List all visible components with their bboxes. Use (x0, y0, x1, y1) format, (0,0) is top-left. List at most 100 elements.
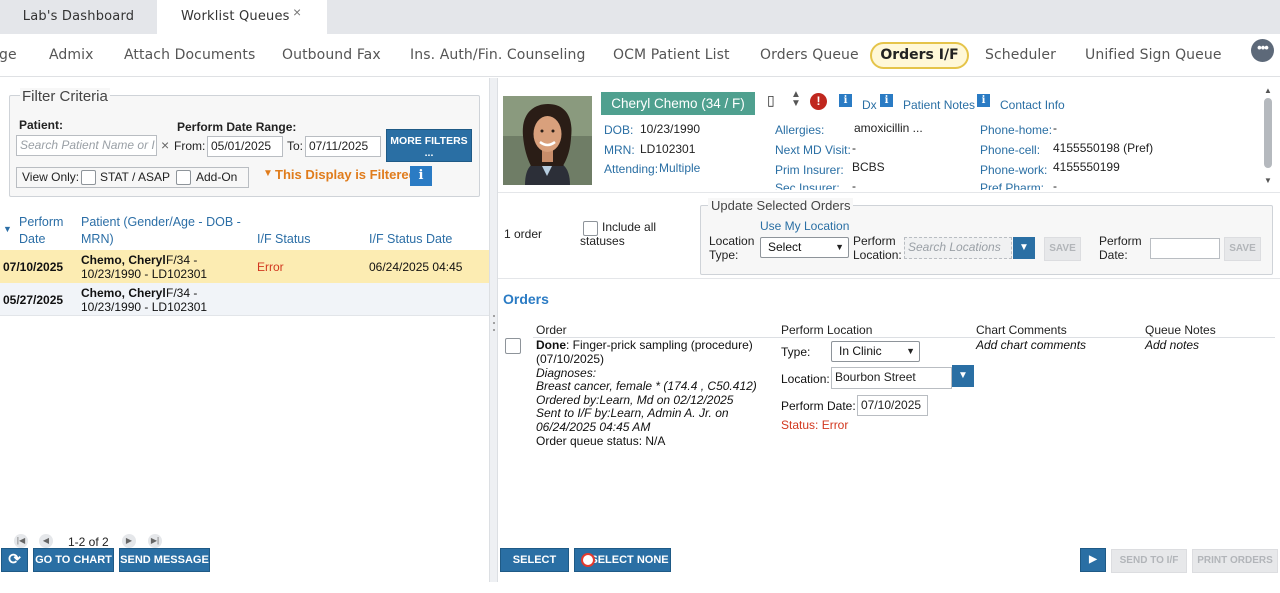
patient-name-banner[interactable]: Cheryl Chemo (34 / F) (601, 92, 755, 115)
play-button[interactable]: ▶ (1080, 548, 1106, 572)
nav-item-attach-documents[interactable]: Attach Documents (124, 47, 255, 63)
nav-item-scheduler[interactable]: Scheduler (985, 47, 1056, 63)
contact-info-link[interactable]: Contact Info (1000, 98, 1065, 112)
ordered-by: Ordered by:Learn, Md on 02/12/2025 (536, 393, 734, 407)
send-message-button[interactable]: SEND MESSAGE (119, 548, 210, 572)
location-type-label1: Location (709, 234, 755, 248)
tab-labs-dashboard[interactable]: Lab's Dashboard (0, 0, 157, 34)
perform-date-label1: Perform (1099, 234, 1142, 248)
nav-item-ins-auth[interactable]: Ins. Auth/Fin. Counseling (410, 47, 585, 63)
use-my-location-link[interactable]: Use My Location (760, 219, 849, 233)
nav-item-outbound-fax[interactable]: Outbound Fax (282, 47, 381, 63)
contact-info-icon[interactable]: i (977, 94, 990, 107)
notes-info-icon[interactable]: i (880, 94, 893, 107)
stat-asap-checkbox[interactable] (81, 170, 96, 185)
perform-date-input[interactable] (1150, 238, 1220, 259)
tab-worklist-queues[interactable]: Worklist Queues (157, 0, 327, 34)
include-all-label: Include all (602, 220, 657, 234)
order-perform-date-input[interactable]: 07/10/2025 (857, 395, 928, 416)
row-perform-date: 07/10/2025 (3, 260, 64, 274)
filtered-message: This Display is Filtered (275, 167, 417, 182)
dx-info-icon[interactable]: i (839, 94, 852, 107)
perform-location-input[interactable]: Search Locations (904, 237, 1012, 259)
nav-item-unified-sign-queue[interactable]: Unified Sign Queue (1085, 47, 1222, 63)
view-only-label: View Only: (22, 170, 80, 184)
next-page-icon[interactable]: ▶ (122, 534, 136, 548)
filter-criteria-title: Filter Criteria (20, 88, 110, 105)
attending-value[interactable]: Multiple (659, 161, 700, 175)
order-location-dropdown-icon[interactable]: ▼ (952, 365, 974, 387)
refresh-button[interactable]: ⟳ (1, 548, 28, 572)
nav-item-orders-if[interactable]: Orders I/F (870, 42, 969, 69)
last-page-icon[interactable]: ▶| (148, 534, 162, 548)
order-select-checkbox[interactable] (505, 338, 521, 354)
sent-by-line1: Sent to I/F by:Learn, Admin A. Jr. on (536, 406, 729, 420)
add-chart-comments-link[interactable]: Add chart comments (976, 338, 1086, 352)
first-page-icon[interactable]: |◀ (14, 534, 28, 548)
sort-desc-icon[interactable]: ▼ (3, 224, 12, 234)
expand-collapse-icon[interactable]: ▲ ▼ (791, 90, 801, 109)
save-location-button[interactable]: SAVE (1044, 237, 1081, 261)
filter-info-icon[interactable]: i (410, 166, 432, 186)
nav-item-orders-queue[interactable]: Orders Queue (760, 47, 859, 63)
to-date-input[interactable]: 07/11/2025 (305, 136, 381, 157)
go-to-chart-button[interactable]: GO TO CHART (33, 548, 114, 572)
attending-label: Attending: (604, 162, 659, 176)
send-to-if-button[interactable]: SEND TO I/F (1111, 549, 1187, 573)
sec-insurer-value: - (852, 179, 856, 190)
nav-item-ocm-patient-list[interactable]: OCM Patient List (613, 47, 730, 63)
col-perform-date[interactable]: Perform Date (19, 214, 63, 248)
order-type-select[interactable]: In Clinic ▼ (831, 341, 920, 362)
col-if-status-date[interactable]: I/F Status Date (369, 231, 452, 248)
nav-item-truncated[interactable]: ge (0, 47, 17, 63)
row-patient-name: Chemo, Cheryl (81, 253, 166, 267)
location-dropdown-icon[interactable]: ▼ (1013, 237, 1035, 259)
location-type-select[interactable]: Select ▼ (760, 237, 849, 258)
sent-by-line2: 06/24/2025 04:45 AM (536, 420, 651, 434)
cancel-icon (581, 553, 595, 567)
select-all-button[interactable]: SELECT ALL (500, 548, 569, 588)
scroll-up-icon[interactable]: ▲ (1264, 86, 1272, 95)
dx-link[interactable]: Dx (862, 98, 877, 112)
table-row[interactable]: 05/27/2025 Chemo, Cheryl F/34 - 10/23/19… (0, 283, 489, 316)
orders-title: Orders (503, 291, 549, 307)
row-perform-date: 05/27/2025 (3, 293, 64, 307)
row-patient-name: Chemo, Cheryl (81, 286, 166, 300)
more-filters-button[interactable]: MORE FILTERS... (386, 129, 472, 162)
clear-patient-icon[interactable]: × (161, 137, 169, 153)
patient-search-input[interactable]: Search Patient Name or I (16, 135, 157, 156)
save-date-button[interactable]: SAVE (1224, 237, 1261, 261)
patient-header-scrollbar[interactable]: ▲ ▼ (1262, 86, 1274, 188)
document-icon[interactable]: ▯ (767, 92, 775, 109)
scroll-down-icon[interactable]: ▼ (1264, 176, 1272, 185)
col-queue-notes: Queue Notes (1145, 323, 1216, 337)
print-orders-button[interactable]: PRINT ORDERS (1192, 549, 1278, 573)
statuses-label: statuses (580, 234, 625, 248)
alert-icon[interactable]: ! (810, 93, 827, 110)
perform-date-label2: Date: (1099, 248, 1128, 262)
order-location-input[interactable]: Bourbon Street (831, 367, 952, 389)
table-row[interactable]: 07/10/2025 Chemo, Cheryl F/34 - 10/23/19… (0, 250, 489, 283)
more-menu-icon[interactable]: ••• (1251, 39, 1274, 62)
add-notes-link[interactable]: Add notes (1145, 338, 1199, 352)
queue-nav-bar: ge Admix Attach Documents Outbound Fax I… (0, 34, 1280, 77)
select-none-button[interactable]: SELECT NONE (574, 548, 671, 572)
pref-pharm-label: Pref Pharm: (980, 181, 1045, 190)
order-status: Status: Error (781, 418, 849, 432)
add-on-checkbox[interactable] (176, 170, 191, 185)
patient-notes-link[interactable]: Patient Notes (903, 98, 975, 112)
phone-home-label: Phone-home: (980, 123, 1053, 137)
panel-splitter[interactable] (489, 78, 498, 582)
scrollbar-thumb[interactable] (1264, 98, 1272, 168)
allergies-value[interactable]: amoxicillin ... (854, 121, 923, 135)
col-if-status[interactable]: I/F Status (257, 231, 311, 248)
prev-page-icon[interactable]: ◀ (39, 534, 53, 548)
col-patient[interactable]: Patient (Gender/Age - DOB - MRN) (81, 214, 241, 248)
filter-funnel-icon: ▼ (263, 168, 273, 179)
from-date-input[interactable]: 05/01/2025 (207, 136, 283, 157)
order-date: (07/10/2025) (536, 352, 605, 366)
nav-item-admix[interactable]: Admix (49, 47, 94, 63)
mrn-label: MRN: (604, 143, 635, 157)
pager-count: 1-2 of 2 (68, 535, 109, 549)
close-tab-icon[interactable]: × (293, 4, 301, 20)
